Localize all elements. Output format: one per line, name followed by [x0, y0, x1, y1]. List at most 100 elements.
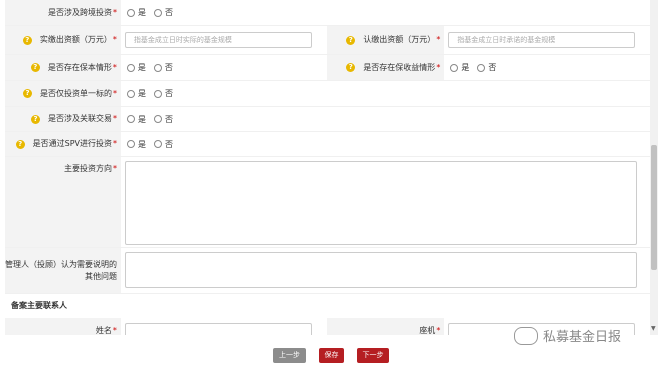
subscribed-capital-label: ? 认缴出资额（万元） * [326, 26, 445, 54]
subscribed-capital-input[interactable]: 指基金成立日时承诺的基金规模 [448, 32, 636, 48]
save-button[interactable]: 保存 [319, 348, 344, 363]
help-icon[interactable]: ? [30, 63, 40, 72]
paid-capital-input[interactable]: 指基金成立日时实际的基金规模 [124, 32, 312, 48]
cross-border-options: 是 否 [121, 0, 327, 25]
radio-label: 否 [165, 89, 173, 98]
paid-capital-label: ? 实缴出资额（万元） * [5, 26, 121, 54]
wechat-icon [514, 326, 538, 345]
related-transaction-options: 是 否 [121, 107, 327, 131]
spv-label-text: 是否通过SPV进行投资 [32, 139, 112, 148]
cross-border-row: 是否涉及跨境投资 * 是 否 [5, 0, 650, 26]
prev-button[interactable]: 上一步 [273, 348, 306, 363]
section-title: 备案主要联系人 [5, 294, 650, 318]
single-target-no-radio[interactable]: 否 [152, 88, 173, 99]
spv-label: ? 是否通过SPV进行投资 * [5, 132, 121, 156]
radio-label: 是 [138, 139, 146, 149]
principal-guarantee-no-radio[interactable]: 否 [152, 62, 173, 73]
help-icon[interactable]: ? [31, 114, 40, 124]
name-label: 姓名 * [5, 318, 121, 335]
radio-icon [127, 115, 135, 123]
spv-yes-radio[interactable]: 是 [125, 139, 146, 150]
other-issues-label-line1: 管理人（投顾）认为需要说明的 [5, 259, 117, 269]
watermark: 私募基金日报 [514, 326, 621, 345]
guarantee-row: ? 是否存在保本情形 * 是 否 ? 是否存在保收益情形 * 是 否 [5, 55, 650, 81]
required-mark: * [436, 35, 441, 44]
cross-border-label: 是否涉及跨境投资 * [5, 0, 121, 25]
required-mark: * [113, 7, 117, 17]
principal-guarantee-label-text: 是否存在保本情形 [47, 62, 112, 72]
radio-label: 是 [461, 63, 470, 72]
related-transaction-label: ? 是否涉及关联交易 * [5, 107, 121, 131]
radio-label: 否 [165, 139, 173, 149]
principal-guarantee-label: ? 是否存在保本情形 * [5, 55, 121, 80]
radio-icon [127, 140, 135, 148]
related-transaction-row: ? 是否涉及关联交易 * 是 否 [5, 107, 650, 132]
help-icon[interactable]: ? [22, 35, 32, 45]
principal-guarantee-yes-radio[interactable]: 是 [125, 62, 146, 73]
help-icon[interactable]: ? [23, 89, 32, 98]
help-icon[interactable]: ? [15, 139, 25, 149]
radio-icon [153, 63, 162, 72]
cross-border-yes-radio[interactable]: 是 [125, 7, 146, 18]
required-mark: * [112, 326, 117, 335]
radio-icon [154, 89, 162, 98]
single-target-label-text: 是否仅投资单一标的 [40, 88, 112, 98]
other-issues-cell [121, 248, 637, 293]
help-icon[interactable]: ? [346, 35, 356, 45]
name-label-text: 姓名 [95, 326, 112, 335]
single-target-row: ? 是否仅投资单一标的 * 是 否 [5, 81, 650, 107]
single-target-yes-radio[interactable]: 是 [125, 88, 146, 99]
investment-direction-cell [121, 157, 637, 247]
radio-icon [126, 63, 135, 72]
other-issues-row: 管理人（投顾）认为需要说明的 其他问题 [5, 248, 650, 294]
other-issues-label-line2: 其他问题 [85, 271, 117, 281]
related-transaction-no-radio[interactable]: 否 [152, 114, 173, 125]
spv-options: 是 否 [121, 132, 327, 156]
radio-label: 是 [138, 114, 146, 124]
paid-capital-cell: 指基金成立日时实际的基金规模 [121, 26, 327, 54]
capital-row: ? 实缴出资额（万元） * 指基金成立日时实际的基金规模 ? 认缴出资额（万元） *… [5, 26, 650, 55]
required-mark: * [113, 164, 117, 173]
required-mark: * [112, 35, 117, 44]
radio-icon [127, 89, 135, 98]
name-input[interactable] [124, 323, 312, 335]
return-guarantee-yes-radio[interactable]: 是 [448, 62, 469, 73]
radio-icon [154, 140, 162, 148]
scroll-down-arrow-icon[interactable]: ▼ [651, 325, 656, 332]
cross-border-no-radio[interactable]: 否 [152, 7, 173, 18]
next-button[interactable]: 下一步 [357, 348, 389, 363]
related-transaction-yes-radio[interactable]: 是 [125, 114, 146, 125]
required-mark: * [113, 114, 117, 123]
return-guarantee-no-radio[interactable]: 否 [475, 62, 496, 73]
single-target-label: ? 是否仅投资单一标的 * [5, 81, 121, 106]
spv-no-radio[interactable]: 否 [152, 139, 173, 150]
radio-icon [127, 8, 135, 17]
help-icon[interactable]: ? [346, 63, 356, 72]
subscribed-capital-label-text: 认缴出资额（万元） [363, 35, 436, 44]
phone-label-text: 座机 [419, 326, 436, 335]
radio-icon [477, 63, 486, 72]
fund-form: 是否涉及跨境投资 * 是 否 ? 实缴出资额（万元） * 指基金成立日时实际的基金规… [5, 0, 650, 335]
radio-icon [450, 63, 459, 72]
radio-label: 否 [165, 8, 173, 17]
required-mark: * [113, 88, 117, 98]
single-target-options: 是 否 [121, 81, 327, 106]
radio-label: 否 [164, 63, 173, 72]
scrollbar-thumb[interactable] [651, 145, 657, 270]
return-guarantee-label-text: 是否存在保收益情形 [363, 62, 436, 72]
radio-icon [154, 8, 162, 17]
investment-direction-label: 主要投资方向 * [5, 157, 121, 247]
required-mark: * [436, 326, 441, 335]
radio-label: 否 [165, 114, 173, 124]
radio-icon [154, 115, 162, 123]
other-issues-textarea[interactable] [125, 252, 637, 288]
required-mark: * [436, 62, 441, 72]
related-transaction-label-text: 是否涉及关联交易 [48, 114, 112, 123]
form-viewport: 是否涉及跨境投资 * 是 否 ? 实缴出资额（万元） * 指基金成立日时实际的基金规… [0, 0, 660, 335]
radio-label: 是 [137, 63, 146, 72]
phone-label: 座机 * [326, 318, 445, 335]
investment-direction-textarea[interactable] [125, 161, 637, 245]
subscribed-capital-cell: 指基金成立日时承诺的基金规模 [444, 26, 650, 54]
required-mark: * [112, 62, 117, 72]
required-mark: * [113, 139, 117, 148]
